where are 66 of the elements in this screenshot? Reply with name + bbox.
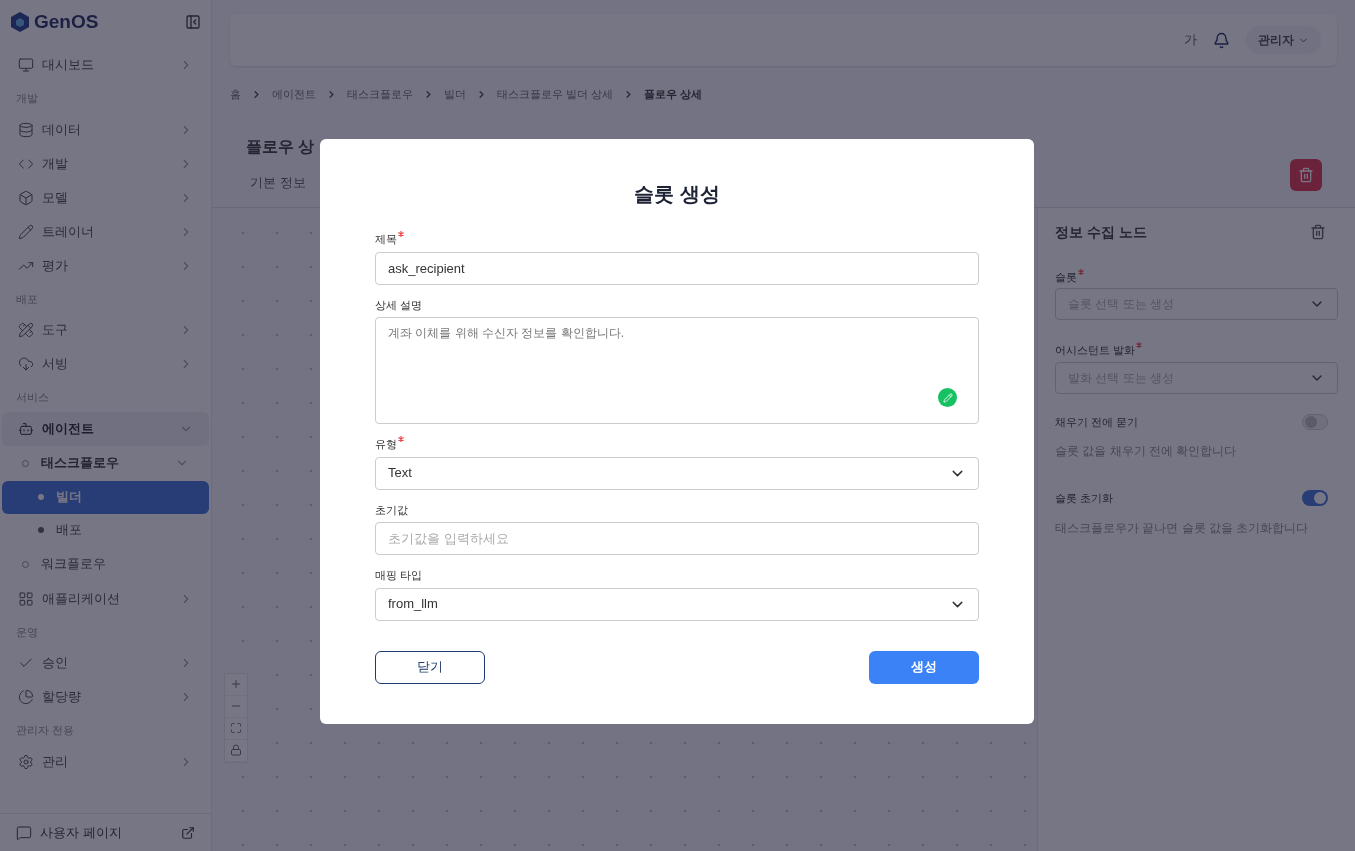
writing-assistant-icon[interactable] <box>938 388 957 407</box>
lock-icon <box>230 744 242 756</box>
chat-icon <box>16 824 32 841</box>
zoom-in-icon <box>230 678 242 690</box>
sidebar-item[interactable]: 도구 <box>2 313 209 347</box>
breadcrumb-separator-icon <box>423 88 434 100</box>
sidebar-item[interactable]: 에이전트 <box>2 411 209 446</box>
textarea-field[interactable]: 계좌 이체를 위해 수신자 정보를 확인합니다. <box>375 317 979 424</box>
sidebar-item[interactable]: 개발 <box>2 146 209 181</box>
user-page-link[interactable]: 사용자 페이지 <box>0 813 211 851</box>
required-asterisk-icon <box>398 231 404 237</box>
breadcrumb-item[interactable]: 홈 <box>230 86 241 103</box>
sidebar-subitem[interactable]: 태스크플로우 <box>2 445 209 481</box>
breadcrumb-item[interactable]: 태스크플로우 <box>347 86 413 103</box>
field-label: 초기값 <box>375 502 409 518</box>
sidebar-item[interactable]: 승인 <box>2 646 209 680</box>
breadcrumb-separator-icon <box>251 88 262 100</box>
sidebar-item[interactable]: 애플리케이션 <box>2 581 209 616</box>
font-size-button[interactable]: 가 <box>1184 30 1197 50</box>
hexagon-logo-icon <box>10 11 30 33</box>
sidebar-subitem[interactable]: 배포 <box>2 513 209 547</box>
sidebar-item[interactable]: 트레이너 <box>2 214 209 249</box>
sidebar-item[interactable]: 데이터 <box>2 112 209 147</box>
toggle-label: 슬롯 초기화 <box>1055 491 1114 506</box>
user-menu-button[interactable]: 관리자 <box>1246 26 1321 54</box>
breadcrumb-separator-icon <box>476 88 487 100</box>
input-field[interactable]: ask_recipient <box>375 251 979 285</box>
sidebar-subitem[interactable]: 빌더 <box>2 480 209 514</box>
sidebar-item[interactable]: 평가 <box>2 248 209 283</box>
field-label: 유형 <box>375 436 979 453</box>
dialog-title: 슬롯 생성 <box>633 182 721 207</box>
external-link-icon <box>181 825 195 840</box>
required-asterisk-icon <box>1136 342 1143 348</box>
notification-bell-icon[interactable] <box>1213 31 1230 49</box>
select-field[interactable]: from_llm <box>375 587 979 621</box>
panel-title: 정보 수집 노드 <box>1055 222 1147 242</box>
sidebar-subitem[interactable]: 워크플로우 <box>2 546 209 582</box>
tab[interactable]: 기본 정보 <box>250 160 306 205</box>
field-label: 상세 설명 <box>375 297 424 313</box>
trash-icon[interactable] <box>1310 224 1326 240</box>
toggle-switch[interactable] <box>1302 413 1328 430</box>
field-label: 어시스턴트 발화 <box>1055 342 1338 359</box>
delete-button[interactable] <box>1290 158 1322 191</box>
field-label: 매핑 타입 <box>375 568 424 583</box>
toggle-label: 채우기 전에 묻기 <box>1055 414 1139 430</box>
page-title: 플로우 상 <box>246 136 315 157</box>
input-field[interactable]: 초기값을 입력하세요 <box>375 522 979 555</box>
breadcrumb-item: 플로우 상세 <box>644 87 703 102</box>
trash-icon <box>1298 166 1314 183</box>
sidebar-item[interactable]: 할당량 <box>2 680 209 714</box>
fit-view-icon <box>230 722 242 734</box>
required-asterisk-icon <box>398 436 404 442</box>
collapse-sidebar-icon[interactable] <box>185 14 201 30</box>
sidebar-item[interactable]: 관리 <box>2 744 209 779</box>
close-button[interactable]: 닫기 <box>375 650 485 684</box>
sidebar-item[interactable]: 대시보드 <box>2 48 209 82</box>
field-label: 제목 <box>375 231 979 248</box>
logo-text: GenOS <box>34 9 99 34</box>
create-button[interactable]: 생성 <box>869 650 979 684</box>
sidebar-item[interactable]: 서빙 <box>2 347 209 381</box>
sidebar-item[interactable]: 모델 <box>2 180 209 215</box>
breadcrumb-separator-icon <box>326 88 337 100</box>
field-label: 슬롯 <box>1055 268 1338 285</box>
select-field[interactable]: Text <box>375 456 979 490</box>
required-asterisk-icon <box>1078 268 1084 275</box>
toggle-switch[interactable] <box>1302 490 1328 507</box>
